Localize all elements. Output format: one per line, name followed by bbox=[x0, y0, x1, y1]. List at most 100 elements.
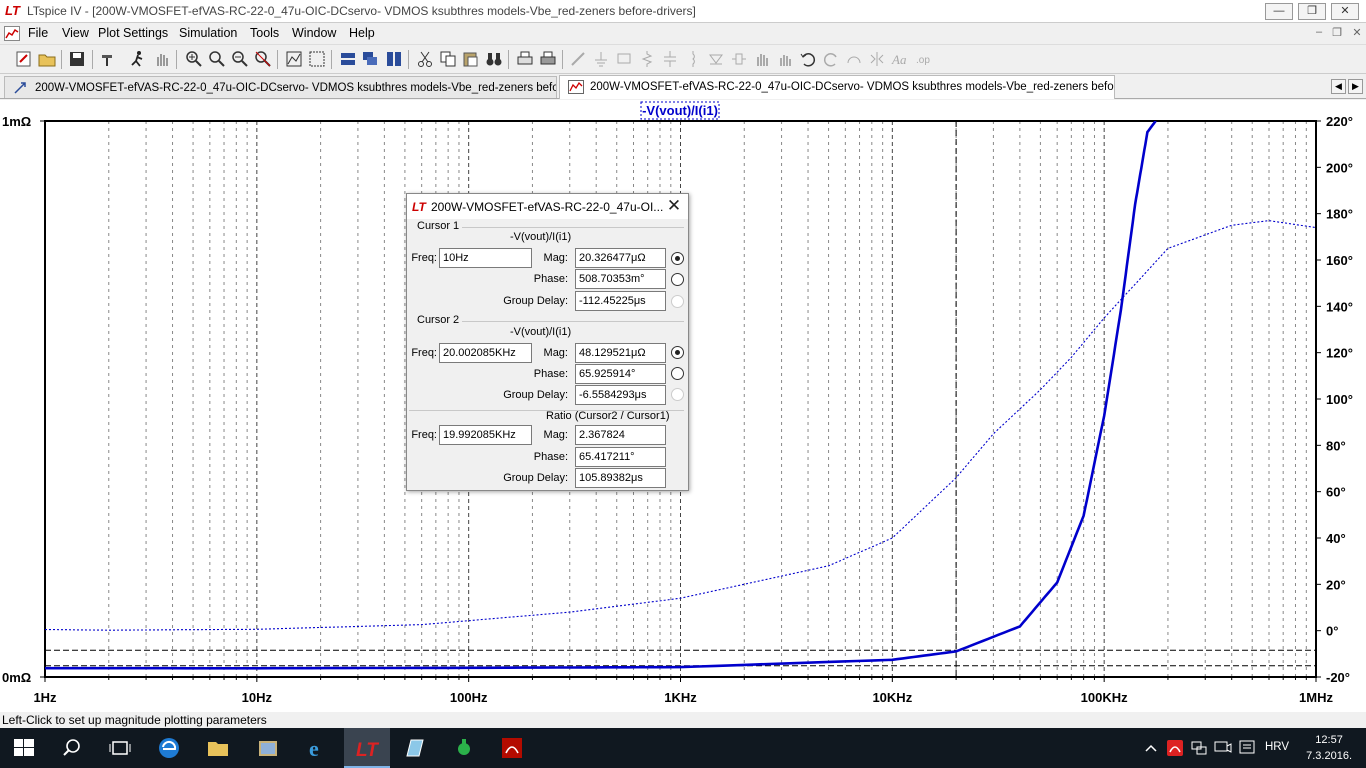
cursor1-mag-field[interactable]: 20.326477μΩ bbox=[575, 248, 666, 268]
menu-file[interactable]: File bbox=[28, 26, 48, 40]
control-panel-hammer-icon[interactable] bbox=[98, 49, 118, 69]
menu-window[interactable]: Window bbox=[292, 26, 336, 40]
cut-icon[interactable] bbox=[415, 49, 435, 69]
inductor-icon[interactable] bbox=[683, 49, 703, 69]
network-icon[interactable] bbox=[1190, 739, 1208, 757]
spice-directive-icon[interactable]: .op bbox=[913, 49, 933, 69]
tile-horizontal-icon[interactable] bbox=[338, 49, 358, 69]
close-button[interactable]: ✕ bbox=[1331, 3, 1359, 20]
cursor2-group-delay-radio[interactable] bbox=[671, 388, 684, 401]
redo-icon[interactable] bbox=[821, 49, 841, 69]
tray-app-icon[interactable] bbox=[1166, 739, 1184, 757]
phase-tick-label: 160° bbox=[1326, 253, 1353, 268]
internet-explorer-icon[interactable]: e bbox=[305, 736, 329, 761]
pdf-reader-icon[interactable] bbox=[500, 736, 524, 760]
cursor1-phase-label: Phase: bbox=[533, 273, 568, 285]
cursor1-group-delay-field[interactable]: -112.45225μs bbox=[575, 291, 666, 311]
trace-title[interactable]: -V(vout)/I(i1) bbox=[642, 103, 718, 118]
cursor2-phase-radio[interactable] bbox=[671, 367, 684, 380]
input-language[interactable]: HRV bbox=[1265, 741, 1289, 753]
menu-tools[interactable]: Tools bbox=[250, 26, 279, 40]
cursor1-freq-field[interactable]: 10Hz bbox=[439, 248, 532, 268]
run-icon[interactable] bbox=[128, 49, 148, 69]
undo-icon[interactable] bbox=[798, 49, 818, 69]
display-icon[interactable] bbox=[1214, 739, 1232, 757]
ratio-mag-field[interactable]: 2.367824 bbox=[575, 425, 666, 445]
waveform-window-icon[interactable] bbox=[4, 26, 20, 41]
rotate-icon[interactable] bbox=[844, 49, 864, 69]
halt-hand-icon[interactable] bbox=[152, 49, 172, 69]
text-icon[interactable]: Aa bbox=[890, 49, 910, 69]
mirror-icon[interactable] bbox=[867, 49, 887, 69]
new-schematic-icon[interactable] bbox=[14, 49, 34, 69]
cursor2-phase-field[interactable]: 65.925914° bbox=[575, 364, 666, 384]
cursor2-mag-field[interactable]: 48.129521μΩ bbox=[575, 343, 666, 363]
cursor1-phase-radio[interactable] bbox=[671, 273, 684, 286]
cursor1-phase-field[interactable]: 508.70353m° bbox=[575, 269, 666, 289]
show-hidden-icons-chevron-icon[interactable] bbox=[1143, 740, 1159, 756]
zoom-full-icon[interactable] bbox=[253, 49, 273, 69]
search-icon[interactable] bbox=[60, 736, 84, 760]
cursor1-group-delay-radio[interactable] bbox=[671, 295, 684, 308]
ratio-phase-field[interactable]: 65.417211° bbox=[575, 447, 666, 467]
open-folder-icon[interactable] bbox=[37, 49, 57, 69]
file-explorer-icon[interactable] bbox=[206, 736, 230, 760]
drag-hand-icon[interactable] bbox=[775, 49, 795, 69]
capacitor-icon[interactable] bbox=[660, 49, 680, 69]
task-view-icon[interactable] bbox=[108, 736, 132, 760]
zoom-rect-icon[interactable] bbox=[307, 49, 327, 69]
tab-scroll-right-button[interactable]: ▶ bbox=[1348, 79, 1363, 94]
move-hand-icon[interactable] bbox=[752, 49, 772, 69]
mdi-restore-button[interactable]: ❐ bbox=[1329, 26, 1345, 39]
ltspice-taskbar-icon[interactable]: LT bbox=[344, 728, 390, 768]
cursor-readout-dialog[interactable]: LT 200W-VMOSFET-efVAS-RC-22-0_47u-OI... … bbox=[406, 193, 689, 491]
tab-schematic[interactable]: 200W-VMOSFET-efVAS-RC-22-0_47u-OIC-DCser… bbox=[4, 76, 557, 98]
ratio-group-delay-field[interactable]: 105.89382μs bbox=[575, 468, 666, 488]
find-binoculars-icon[interactable] bbox=[484, 49, 504, 69]
cascade-windows-icon[interactable] bbox=[361, 49, 381, 69]
cursor2-mag-radio[interactable] bbox=[671, 346, 684, 359]
print-preview-icon[interactable] bbox=[515, 49, 535, 69]
menu-plot-settings[interactable]: Plot Settings bbox=[98, 26, 168, 40]
label-net-icon[interactable] bbox=[614, 49, 634, 69]
ratio-freq-field[interactable]: 19.992085KHz bbox=[439, 425, 532, 445]
dialog-title-bar[interactable]: LT 200W-VMOSFET-efVAS-RC-22-0_47u-OI... … bbox=[407, 194, 688, 219]
tile-vertical-icon[interactable] bbox=[384, 49, 404, 69]
save-icon[interactable] bbox=[67, 49, 87, 69]
edge-browser-icon[interactable] bbox=[157, 736, 181, 760]
cursor1-mag-radio[interactable] bbox=[671, 252, 684, 265]
menu-simulation[interactable]: Simulation bbox=[179, 26, 237, 40]
taskbar-clock[interactable]: 12:57 7.3.2016. bbox=[1306, 732, 1352, 764]
dialog-close-button[interactable]: ✕ bbox=[664, 196, 684, 216]
zoom-out-icon[interactable] bbox=[230, 49, 250, 69]
tab-waveform[interactable]: 200W-VMOSFET-efVAS-RC-22-0_47u-OIC-DCser… bbox=[559, 75, 1115, 99]
print-icon[interactable] bbox=[538, 49, 558, 69]
cursor2-group-delay-field[interactable]: -6.5584293μs bbox=[575, 385, 666, 405]
minimize-button[interactable]: — bbox=[1265, 3, 1293, 20]
resistor-icon[interactable] bbox=[637, 49, 657, 69]
maximize-button[interactable]: ❐ bbox=[1298, 3, 1326, 20]
paste-icon[interactable] bbox=[461, 49, 481, 69]
folder-icon[interactable] bbox=[256, 736, 280, 760]
wire-icon[interactable] bbox=[568, 49, 588, 69]
tab-scroll-left-button[interactable]: ◀ bbox=[1331, 79, 1346, 94]
green-app-icon[interactable] bbox=[452, 736, 476, 760]
menu-view[interactable]: View bbox=[62, 26, 89, 40]
magnitude-bottom-label: 0mΩ bbox=[2, 670, 31, 685]
ground-icon[interactable] bbox=[591, 49, 611, 69]
notifications-icon[interactable] bbox=[1238, 739, 1256, 757]
tab-waveform-label: 200W-VMOSFET-efVAS-RC-22-0_47u-OIC-DCser… bbox=[590, 81, 1115, 93]
cursor2-freq-field[interactable]: 20.002085KHz bbox=[439, 343, 532, 363]
autorange-icon[interactable] bbox=[284, 49, 304, 69]
copy-icon[interactable] bbox=[438, 49, 458, 69]
zoom-in-icon[interactable] bbox=[184, 49, 204, 69]
notes-app-icon[interactable] bbox=[403, 736, 427, 760]
component-icon[interactable] bbox=[729, 49, 749, 69]
zoom-pan-icon[interactable] bbox=[207, 49, 227, 69]
cursor1-mag-label: Mag: bbox=[543, 252, 568, 264]
diode-icon[interactable] bbox=[706, 49, 726, 69]
menu-help[interactable]: Help bbox=[349, 26, 375, 40]
windows-start-icon[interactable] bbox=[12, 736, 36, 760]
mdi-close-button[interactable]: ✕ bbox=[1349, 26, 1365, 39]
mdi-minimize-button[interactable]: – bbox=[1311, 26, 1327, 38]
